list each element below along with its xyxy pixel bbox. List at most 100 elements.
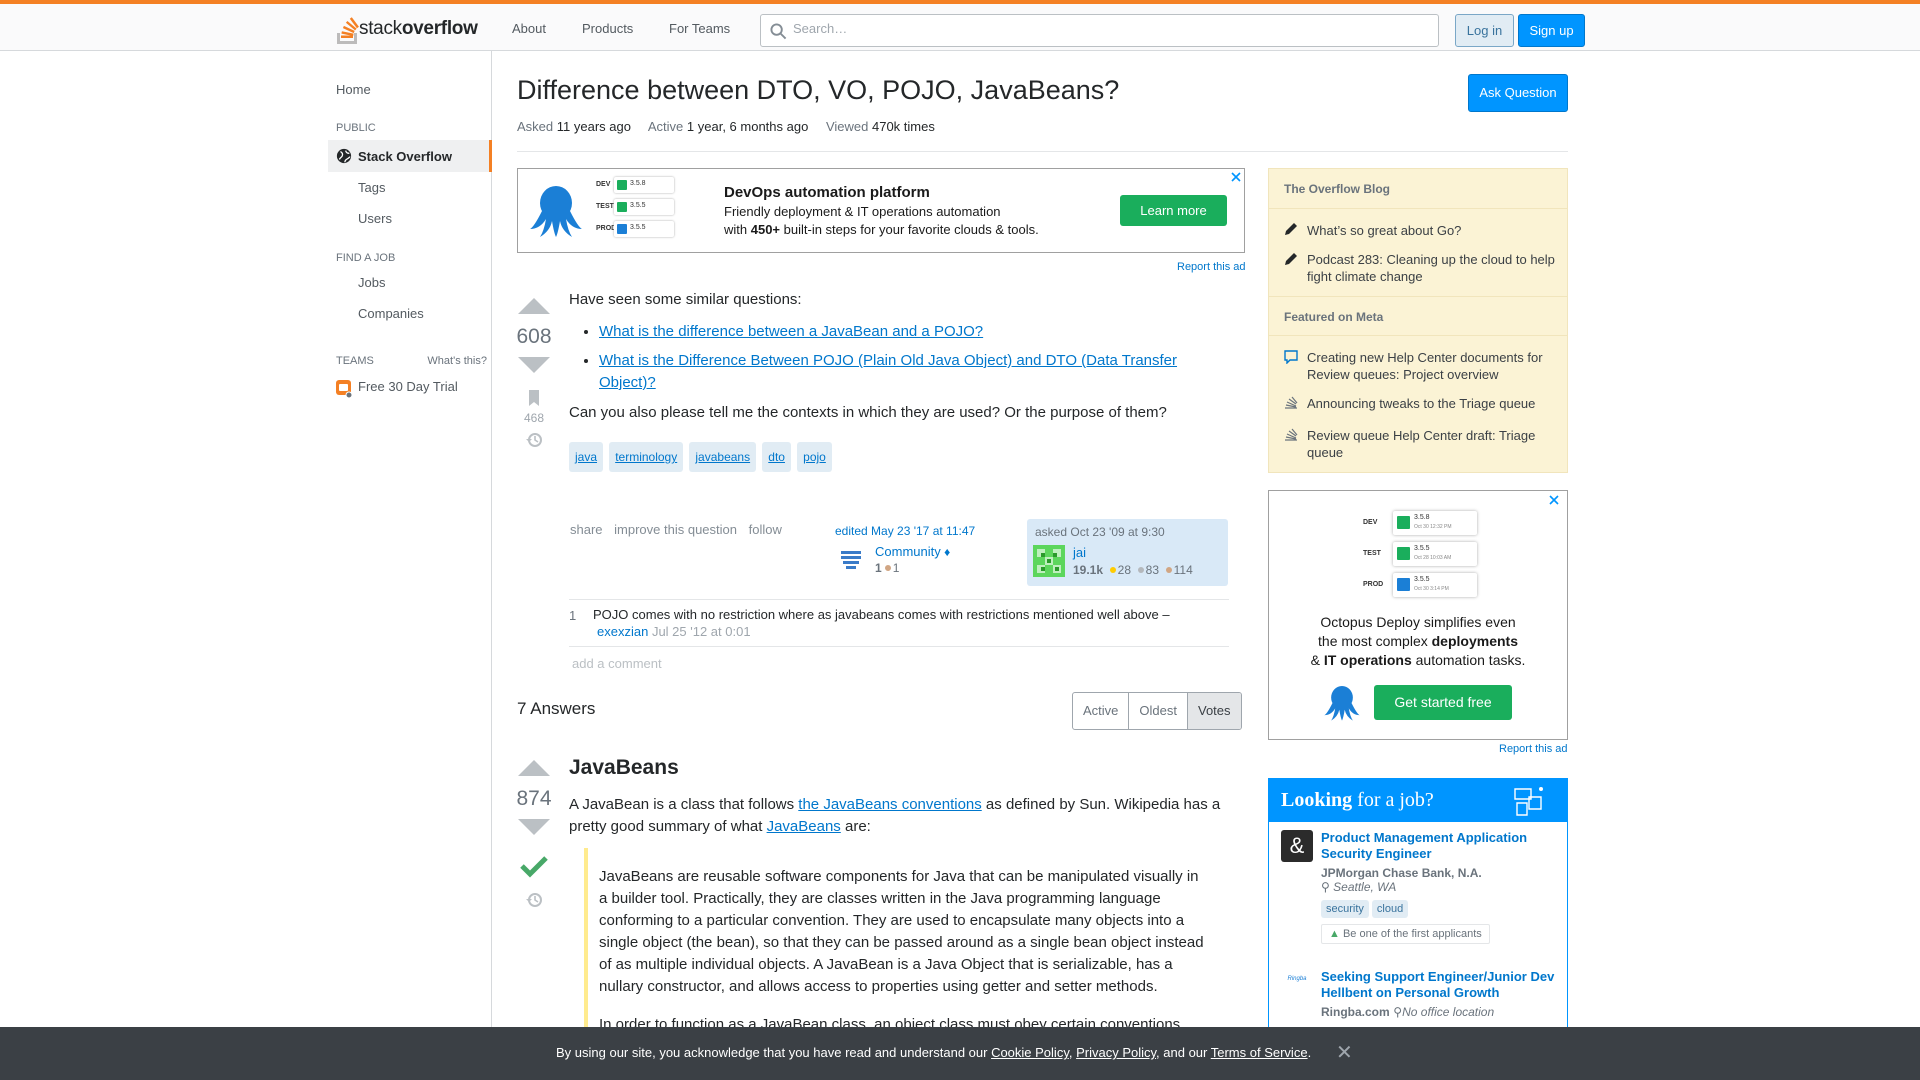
cookie-banner: By using our site, you acknowledge that …	[0, 1027, 1920, 1080]
ad-copy: Octopus Deploy simplifies even the most …	[1310, 614, 1526, 668]
edited-link[interactable]: edited May 23 '17 at 11:47	[835, 524, 975, 538]
terms-of-service-link[interactable]: Terms of Service	[1211, 1045, 1308, 1060]
history-icon[interactable]	[525, 431, 543, 449]
report-ad-link[interactable]: Report this ad	[1177, 261, 1245, 273]
nav-products[interactable]: Products	[582, 19, 633, 38]
search-box[interactable]	[760, 14, 1439, 47]
improve-question-link[interactable]: improve this question	[614, 522, 737, 537]
add-comment-link[interactable]: add a comment	[572, 656, 662, 671]
env-label: PROD	[1363, 581, 1384, 588]
env-version: 3.5.8	[630, 180, 646, 187]
sort-votes-tab[interactable]: Votes	[1187, 693, 1241, 729]
job-title[interactable]: Seeking Support Engineer/Junior Dev Hell…	[1321, 969, 1554, 1000]
bookmark-count: 468	[523, 411, 545, 425]
job-tag[interactable]: cloud	[1371, 900, 1409, 918]
bronze-badge-icon	[1165, 567, 1172, 574]
nav-for-teams[interactable]: For Teams	[669, 19, 730, 38]
active-value[interactable]: 1 year, 6 months ago	[687, 119, 808, 134]
job-company: Ringba.com	[1321, 1005, 1390, 1019]
meta-item[interactable]: Creating new Help Center documents for R…	[1307, 349, 1555, 383]
check-icon	[1397, 547, 1410, 560]
sort-active-tab[interactable]: Active	[1073, 693, 1130, 729]
sidebar-item-companies[interactable]: Companies	[358, 306, 424, 321]
downvote-arrow-icon[interactable]	[516, 819, 552, 837]
close-icon[interactable]: ✕	[1336, 1040, 1353, 1065]
company-logo[interactable]: &	[1281, 830, 1313, 862]
tag-dto[interactable]: dto	[762, 442, 791, 472]
tag-pojo[interactable]: pojo	[797, 442, 832, 472]
site-logo[interactable]: stackoverflow	[335, 12, 478, 46]
search-input[interactable]	[793, 21, 1413, 36]
asked-date: asked Oct 23 '09 at 9:30	[1035, 525, 1165, 539]
answer-sort-tabs: Active Oldest Votes	[1072, 692, 1242, 730]
get-started-button[interactable]: Get started free	[1374, 685, 1512, 720]
login-button[interactable]: Log in	[1455, 14, 1514, 47]
editor-reputation: 1	[875, 561, 882, 575]
job-title[interactable]: Product Management Application Security …	[1321, 830, 1527, 861]
javabeans-wiki-link[interactable]: JavaBeans	[767, 818, 841, 835]
bookmark-icon[interactable]	[528, 390, 540, 406]
env-date: Oct 30 12:32 PM	[1414, 524, 1452, 530]
signup-button[interactable]: Sign up	[1518, 14, 1585, 47]
location-pin-icon: ⚲	[1321, 880, 1330, 894]
share-link[interactable]: share	[570, 522, 603, 537]
env-version: 3.5.8	[1414, 514, 1430, 521]
sort-oldest-tab[interactable]: Oldest	[1129, 693, 1188, 729]
upvote-arrow-icon[interactable]	[516, 296, 552, 314]
logo-text-plain: stack	[359, 18, 402, 39]
sidebar-item-users[interactable]: Users	[358, 211, 392, 226]
sidebar-item-free-trial[interactable]: Free 30 Day Trial	[358, 379, 458, 394]
meta-item[interactable]: Announcing tweaks to the Triage queue	[1307, 395, 1555, 412]
nav-about[interactable]: About	[512, 19, 546, 38]
follow-link[interactable]: follow	[749, 522, 782, 537]
related-question-link[interactable]: What is the Difference Between POJO (Pla…	[599, 352, 1177, 391]
blog-item[interactable]: What’s so great about Go?	[1307, 222, 1555, 239]
learn-more-button[interactable]: Learn more	[1120, 195, 1227, 226]
community-avatar[interactable]	[839, 547, 863, 571]
blog-item[interactable]: Podcast 283: Cleaning up the cloud to he…	[1307, 251, 1555, 285]
job-location: No office location	[1402, 1005, 1495, 1019]
question-paragraph: Can you also please tell me the contexts…	[569, 404, 1167, 421]
side-ad-banner[interactable]: DEV 3.5.8 Oct 30 12:32 PM TEST 3.5.5 Oct 2…	[1268, 490, 1568, 740]
comment-author[interactable]: exexzian	[597, 624, 648, 639]
cookie-text: By using our site, you acknowledge that …	[556, 1045, 1312, 1060]
sidebar-item-jobs[interactable]: Jobs	[358, 275, 385, 290]
report-ad-link[interactable]: Report this ad	[1499, 743, 1567, 755]
question-intro: Have seen some similar questions:	[569, 291, 802, 308]
editor-name[interactable]: Community	[875, 544, 941, 559]
ask-question-button[interactable]: Ask Question	[1468, 74, 1568, 112]
job-tag[interactable]: security	[1321, 900, 1369, 918]
company-logo[interactable]: Ringba	[1281, 976, 1313, 990]
history-icon[interactable]	[525, 891, 543, 909]
asked-value: 11 years ago	[556, 119, 631, 134]
question-body: Have seen some similar questions: What i…	[569, 289, 1229, 472]
related-question-link[interactable]: What is the difference between a JavaBea…	[599, 323, 983, 340]
overflow-blog-widget: The Overflow Blog What’s so great about …	[1268, 168, 1568, 473]
tag-java[interactable]: java	[569, 442, 604, 472]
cookie-policy-link[interactable]: Cookie Policy	[991, 1045, 1069, 1060]
job-note: ▲ Be one of the first applicants	[1321, 924, 1490, 944]
close-ad-icon[interactable]	[1549, 495, 1559, 505]
blockquote-paragraph: JavaBeans are reusable software componen…	[599, 868, 1204, 995]
close-ad-icon[interactable]	[1231, 172, 1241, 182]
top-ad-banner[interactable]: DEV 3.5.8 TEST 3.5.5 PROD 3.5.5 DevOps a…	[517, 168, 1245, 253]
javabeans-conventions-link[interactable]: the JavaBeans conventions	[798, 796, 981, 813]
question-title[interactable]: Difference between DTO, VO, POJO, JavaBe…	[517, 75, 1119, 106]
sidebar-item-tags[interactable]: Tags	[358, 180, 385, 195]
active-label: Active	[647, 119, 684, 134]
sidebar-item-stack-overflow[interactable]: Stack Overflow	[328, 140, 492, 172]
downvote-arrow-icon[interactable]	[516, 357, 552, 375]
env-label: DEV	[1363, 519, 1378, 526]
sidebar-item-home[interactable]: Home	[336, 82, 371, 97]
viewed-value: 470k times	[871, 119, 935, 134]
tag-terminology[interactable]: terminology	[609, 442, 684, 472]
meta-item[interactable]: Review queue Help Center draft: Triage q…	[1307, 427, 1555, 461]
whats-this-link[interactable]: What's this?	[427, 355, 487, 367]
job-listing: Product Management Application Security …	[1321, 830, 1556, 944]
tag-javabeans[interactable]: javabeans	[689, 442, 757, 472]
upvote-arrow-icon[interactable]	[516, 758, 552, 776]
asker-gold-count: 28	[1117, 563, 1132, 577]
privacy-policy-link[interactable]: Privacy Policy	[1076, 1045, 1156, 1060]
user-avatar[interactable]	[1033, 545, 1065, 577]
asker-name[interactable]: jai	[1073, 545, 1086, 560]
